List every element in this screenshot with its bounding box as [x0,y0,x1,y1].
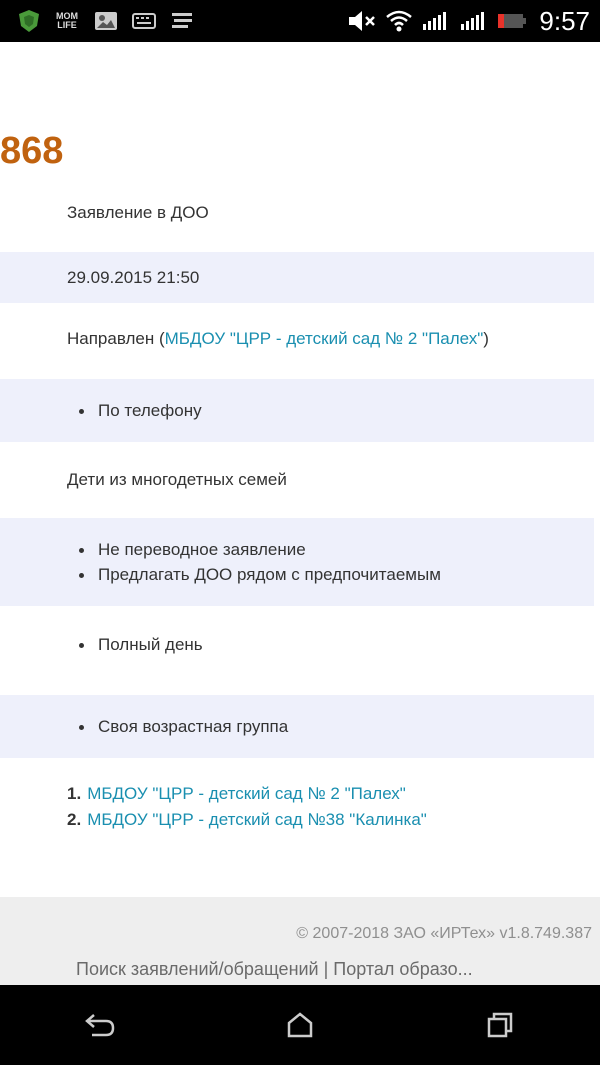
status-prefix: Направлен ( [67,329,165,348]
group-list: Своя возрастная группа [67,714,288,739]
list-item: Предлагать ДОО рядом с предпочитаемым [67,562,441,587]
options-row: Не переводное заявление Предлагать ДОО р… [0,518,594,606]
schedule-row: Полный день [0,619,594,669]
privilege: Дети из многодетных семей [67,470,287,489]
keyboard-icon [132,12,156,30]
preferred-doo-row: 1. МБДОУ "ЦРР - детский сад № 2 "Палех" 2… [0,777,594,837]
status-left-icons: MOM LIFE [18,9,208,33]
privilege-row: Дети из многодетных семей [0,455,594,505]
mom-life-icon: MOM LIFE [56,11,78,30]
signal-2-icon [459,10,489,32]
list-item: По телефону [67,398,202,423]
doo-number: 2. [67,810,82,829]
application-status-row: Направлен (МБДОУ "ЦРР - детский сад № 2 … [0,314,594,364]
status-suffix: ) [483,329,489,348]
group-row: Своя возрастная группа [0,695,594,758]
contact-methods-row: По телефону [0,379,594,442]
copyright: © 2007-2018 ЗАО «ИРТех» v1.8.749.387 [296,925,592,942]
preferred-doo-list: 1. МБДОУ "ЦРР - детский сад № 2 "Палех" 2… [67,781,427,833]
list-item: Полный день [67,632,203,657]
footer-links[interactable]: Поиск заявлений/обращений | Портал образ… [76,959,473,980]
list-item: Своя возрастная группа [67,714,288,739]
status-bar: MOM LIFE 9:57 [0,0,600,42]
application-type-row: Заявление в ДОО [0,192,594,234]
options-list: Не переводное заявление Предлагать ДОО р… [67,537,441,587]
recents-icon[interactable] [470,995,530,1055]
list-item: 1. МБДОУ "ЦРР - детский сад № 2 "Палех" [67,781,427,807]
application-datetime-row: 29.09.2015 21:50 [0,252,594,303]
navigation-bar [0,985,600,1065]
volume-muted-icon [347,9,377,33]
status-time: 9:57 [539,5,590,36]
schedule-list: Полный день [67,632,203,657]
list-item: 2. МБДОУ "ЦРР - детский сад №38 "Калинка" [67,807,427,833]
contact-methods-list: По телефону [67,398,202,423]
photo-app-icon [94,10,118,32]
wifi-icon [385,9,413,33]
back-icon[interactable] [70,995,130,1055]
application-number: 868 [0,130,64,172]
application-type: Заявление в ДОО [67,203,209,222]
signal-1-icon [421,10,451,32]
application-datetime: 29.09.2015 21:50 [67,267,200,287]
doo-link[interactable]: МБДОУ "ЦРР - детский сад №38 "Калинка" [87,810,427,829]
status-right-icons: 9:57 [339,6,590,37]
doo-link[interactable]: МБДОУ "ЦРР - детский сад № 2 "Палех" [87,784,406,803]
status-doo-link[interactable]: МБДОУ "ЦРР - детский сад № 2 "Палех" [165,329,484,349]
doo-number: 1. [67,784,82,803]
page-footer: © 2007-2018 ЗАО «ИРТех» v1.8.749.387 Пои… [0,897,600,985]
list-item: Не переводное заявление [67,537,441,562]
shield-app-icon [18,9,40,33]
list-app-icon [170,10,194,32]
battery-icon [497,12,527,30]
home-icon[interactable] [270,995,330,1055]
